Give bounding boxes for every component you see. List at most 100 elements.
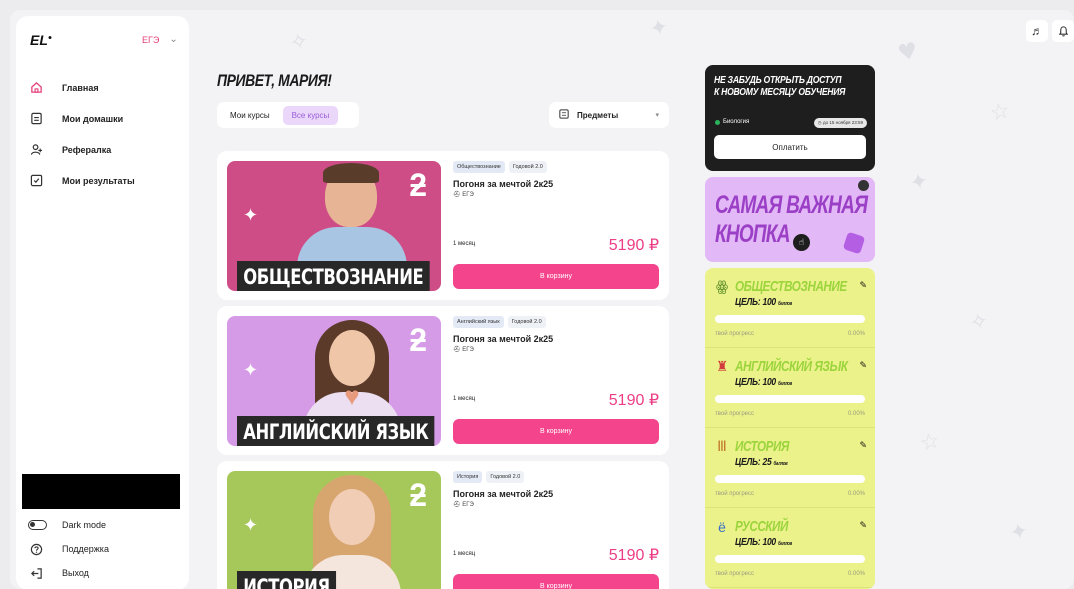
sidebar-nav: Главная Мои домашки Рефералка Мои резуль… [28,72,183,196]
toggle-icon[interactable] [28,520,47,530]
goal-head: ♜ АНГЛИЙСКИЙ ЯЗЫК [715,358,875,375]
course-card-history[interactable]: ƻ ✦ ИСТОРИЯ История Годовой 2.0 Погоня з… [217,461,669,589]
home-icon [28,80,44,96]
progress-bar [715,475,865,483]
progress-value: 0.00% [847,411,865,417]
chevron-down-icon: ⌄ [169,34,178,45]
redacted-block [22,474,180,509]
goal-progress: твой прогресс 0.00% [715,571,865,577]
sidebar-item-homework[interactable]: Мои домашки [28,103,183,134]
add-to-cart-button[interactable]: В корзину [453,419,659,444]
progress-label: твой прогресс [715,411,755,417]
app-logo[interactable]: EL● [30,32,52,48]
course-info: Английский язык Годовой 2.0 Погоня за ме… [453,316,659,446]
goal-head: ё РУССКИЙ [715,518,803,535]
help-icon [28,541,44,557]
edit-icon[interactable]: ✎ [859,520,867,531]
pay-button[interactable]: Оплатить [714,135,866,159]
people-icon: ꙮ [715,278,729,294]
goal-history: Ⅲ ИСТОРИЯ ✎ ЦЕЛЬ: 25 баллов твой прогрес… [705,428,875,508]
course-name: Погоня за мечтой 2к25 [453,179,554,189]
goal-english: ♜ АНГЛИЙСКИЙ ЯЗЫК ✎ ЦЕЛЬ: 100 баллов тво… [705,348,875,428]
course-image: ƻ ✦ ОБЩЕСТВОЗНАНИЕ [227,161,441,291]
course-price: 5190 ₽ [608,237,659,254]
music-icon[interactable]: ♬ [1026,20,1048,42]
course-info: История Годовой 2.0 Погоня за мечтой 2к2… [453,471,659,589]
course-image: ƻ ✦ ♥ АНГЛИЙСКИЙ ЯЗЫК [227,316,441,446]
subjects-dropdown-label: Предметы [577,110,619,120]
goals-panel: ꙮ ОБЩЕСТВОЗНАНИЕ ✎ ЦЕЛЬ: 100 баллов твой… [705,268,875,589]
subjects-dropdown[interactable]: Предметы ▾ [549,102,669,128]
course-image: ƻ ✦ ИСТОРИЯ [227,471,441,589]
course-tags: История Годовой 2.0 [453,471,659,483]
goal-subject: АНГЛИЙСКИЙ ЯЗЫК [735,358,848,375]
subject-tag: История [453,471,483,483]
goal-target: ЦЕЛЬ: 25 баллов [735,457,788,468]
sparkle-decor: ✦ [243,360,259,380]
edit-icon[interactable]: ✎ [859,360,867,371]
caret-down-icon: ▾ [655,112,659,119]
cap-icon: ⛑ [453,347,463,353]
course-duration: 1 месяц [453,551,476,557]
progress-label: твой прогресс [715,331,755,337]
course-exam: ⛑ ЕГЭ [453,502,474,508]
dark-mode-toggle[interactable]: Dark mode [28,513,183,537]
sidebar-item-label: Главная [62,82,99,93]
goal-target: ЦЕЛЬ: 100 баллов [735,297,792,308]
add-to-cart-button[interactable]: В корзину [453,264,659,289]
sidebar-bottom: Dark mode Поддержка Выход [28,513,183,585]
course-tags: Обществознание Годовой 2.0 [453,161,659,173]
bell-icon[interactable] [1052,20,1074,42]
important-button-banner[interactable]: САМАЯ ВАЖНАЯ КНОПКА ☝ [705,177,875,262]
referral-icon [28,142,44,158]
progress-label: твой прогресс [715,571,755,577]
sidebar-item-label: Мои результаты [62,175,135,186]
edit-icon[interactable]: ✎ [859,280,867,291]
course-tabs: Мои курсы Все курсы [217,102,359,128]
progress-label: твой прогресс [715,491,755,497]
sidebar-item-label: Мои домашки [62,113,124,124]
payment-reminder-title: НЕ ЗАБУДЬ ОТКРЫТЬ ДОСТУП К НОВОМУ МЕСЯЦУ… [714,75,846,98]
course-price: 5190 ₽ [608,547,659,564]
dark-mode-label: Dark mode [62,520,107,530]
sidebar-item-results[interactable]: Мои результаты [28,165,183,196]
course-info: Обществознание Годовой 2.0 Погоня за меч… [453,161,659,291]
logout-link[interactable]: Выход [28,561,183,585]
edit-icon[interactable]: ✎ [859,440,867,451]
swirl-decor: ƻ [409,167,427,203]
payment-subject: Биология [715,119,749,125]
close-icon[interactable] [858,180,869,191]
cap-icon: ⛑ [453,502,463,508]
homework-icon [28,111,44,127]
exam-selector[interactable]: ЕГЭ ⌄ [142,34,178,45]
sidebar-item-label: Рефералка [62,144,112,155]
progress-value: 0.00% [847,491,865,497]
tab-all-courses[interactable]: Все курсы [282,105,339,125]
course-card-social[interactable]: ƻ ✦ ОБЩЕСТВОЗНАНИЕ Обществознание Годово… [217,151,669,300]
pointer-icon: ☝ [793,234,810,251]
course-exam: ⛑ ЕГЭ [453,192,474,198]
swirl-decor: ƻ [409,477,427,513]
letter-yo-icon: ё [718,518,726,535]
support-link[interactable]: Поддержка [28,537,183,561]
add-to-cart-button[interactable]: В корзину [453,574,659,589]
swirl-decor: ƻ [409,322,427,358]
sidebar-item-referral[interactable]: Рефералка [28,134,183,165]
progress-bar [715,555,865,563]
tab-my-courses[interactable]: Мои курсы [221,106,279,125]
goal-progress: твой прогресс 0.00% [715,411,865,417]
course-price: 5190 ₽ [608,392,659,409]
sparkle-decor: ✦ [243,515,259,535]
goal-progress: твой прогресс 0.00% [715,331,865,337]
sidebar: EL● ЕГЭ ⌄ Главная Мои домашки Рефералка … [16,16,189,589]
course-card-english[interactable]: ƻ ✦ ♥ АНГЛИЙСКИЙ ЯЗЫК Английский язык Го… [217,306,669,455]
progress-value: 0.00% [847,331,865,337]
course-exam: ⛑ ЕГЭ [453,347,474,353]
progress-value: 0.00% [847,571,865,577]
payment-deadline: ◷ до 15 ноября 23:59 [813,118,867,128]
exam-selector-value: ЕГЭ [142,34,160,45]
course-name: Погоня за мечтой 2к25 [453,489,554,499]
page-title: ПРИВЕТ, МАРИЯ! [217,71,332,90]
app-frame: ✦ ♥ ✧ ☆ ✦ ✧ ☆ ✦ EL● ЕГЭ ⌄ Главная Мои до… [10,10,1074,589]
sidebar-item-home[interactable]: Главная [28,72,183,103]
